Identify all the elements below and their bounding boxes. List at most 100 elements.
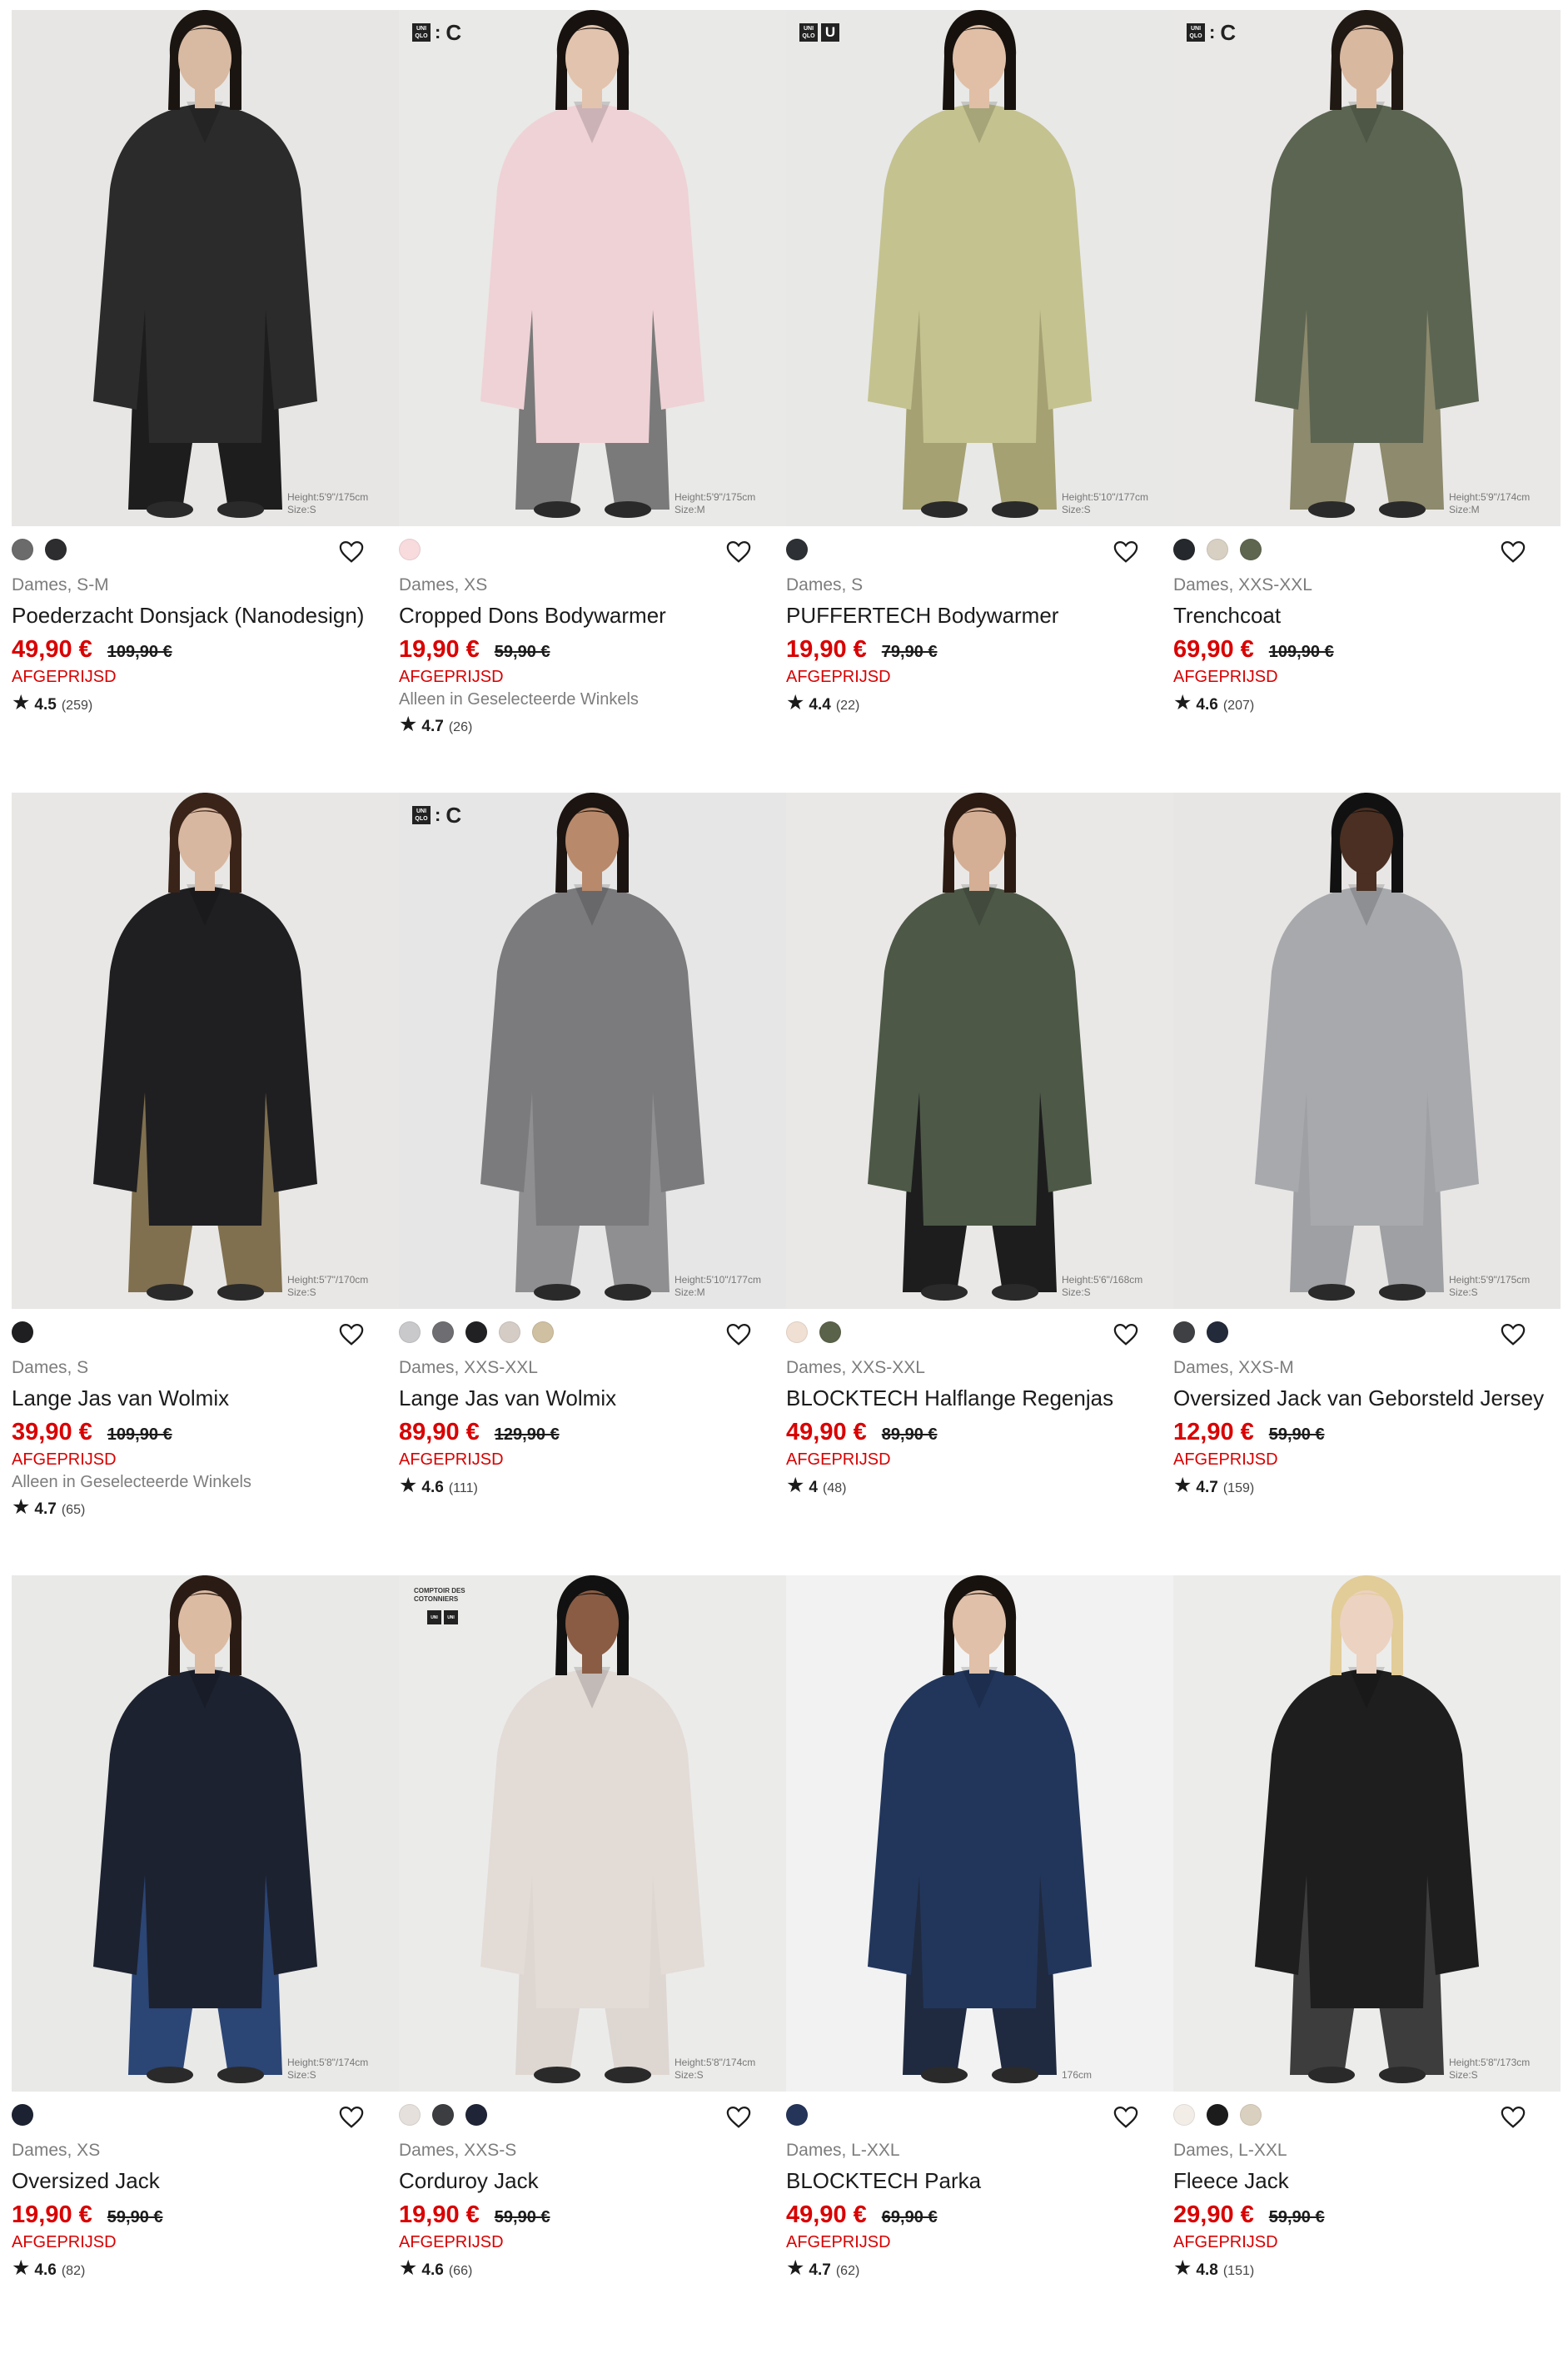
color-swatch[interactable] (12, 539, 33, 560)
product-name[interactable]: Lange Jas van Wolmix (12, 1384, 399, 1413)
color-swatch[interactable] (399, 1321, 421, 1343)
color-swatch[interactable] (1173, 539, 1195, 560)
rating-score: 4.8 (1196, 2261, 1218, 2279)
color-swatch[interactable] (1207, 2104, 1228, 2126)
product-name[interactable]: BLOCKTECH Halflange Regenjas (786, 1384, 1173, 1413)
wishlist-button[interactable] (1112, 1321, 1140, 1349)
color-swatch[interactable] (1240, 2104, 1262, 2126)
product-card[interactable]: Height:5'7"/170cm Size:S Dames, S Lange Jas… (12, 793, 399, 1575)
product-name[interactable]: Lange Jas van Wolmix (399, 1384, 786, 1413)
model-photo (399, 793, 786, 1309)
wishlist-button[interactable] (337, 2103, 366, 2132)
wishlist-button[interactable] (724, 538, 753, 566)
product-name[interactable]: Oversized Jack (12, 2166, 399, 2196)
color-swatch[interactable] (499, 1321, 520, 1343)
sale-price: 39,90 € (12, 1419, 92, 1445)
product-image[interactable]: 176cm (786, 1575, 1173, 2092)
product-card[interactable]: UNI QLO: C Height:5'9"/175cm Size:M Dames, XS… (399, 10, 786, 793)
color-swatch[interactable] (786, 1321, 808, 1343)
product-image[interactable]: Height:5'8"/174cm Size:S (12, 1575, 399, 2092)
color-swatch[interactable] (399, 539, 421, 560)
product-card[interactable]: UNI QLO U Height:5'10"/177cm Size:S Dames, S P… (786, 10, 1173, 793)
original-price: 109,90 € (107, 643, 172, 661)
product-image[interactable]: UNI QLO: C Height:5'10"/177cm Size:M (399, 793, 786, 1309)
color-swatch[interactable] (432, 2104, 454, 2126)
model-photo (1173, 793, 1561, 1309)
product-card[interactable]: 176cm Dames, L-XXL BLOCKTECH Parka 49,90 € 6… (786, 1575, 1173, 2358)
product-card[interactable]: COMPTOIR DES COTONNIERS UNI UNI Height:5'8"… (399, 1575, 786, 2358)
product-name[interactable]: BLOCKTECH Parka (786, 2166, 1173, 2196)
uniqlo-logo-icon: UNI QLO (412, 806, 431, 824)
product-rating: ★ 4.8 (151) (1173, 2257, 1561, 2282)
product-card[interactable]: Height:5'8"/174cm Size:S Dames, XS Oversize… (12, 1575, 399, 2358)
wishlist-button[interactable] (1112, 538, 1140, 566)
color-swatch[interactable] (786, 2104, 808, 2126)
wishlist-button[interactable] (337, 1321, 366, 1349)
sale-price: 89,90 € (399, 1419, 480, 1445)
model-photo (786, 10, 1173, 526)
original-price: 129,90 € (494, 1425, 560, 1444)
wishlist-button[interactable] (1499, 538, 1527, 566)
product-image[interactable]: UNI QLO U Height:5'10"/177cm Size:S (786, 10, 1173, 526)
color-swatch[interactable] (1207, 539, 1228, 560)
uniqlo-logo-icon: UNI QLO (412, 23, 431, 42)
wishlist-button[interactable] (1499, 1321, 1527, 1349)
product-card[interactable]: Height:5'9"/175cm Size:S Dames, XXS-M Overs… (1173, 793, 1561, 1575)
color-swatch[interactable] (1173, 1321, 1195, 1343)
wishlist-button[interactable] (1112, 2103, 1140, 2132)
product-image[interactable]: Height:5'8"/173cm Size:S (1173, 1575, 1561, 2092)
product-name[interactable]: Poederzacht Donsjack (Nanodesign) (12, 601, 399, 630)
product-card[interactable]: UNI QLO: C Height:5'9"/174cm Size:M Dames, XX… (1173, 10, 1561, 793)
store-availability-note: Alleen in Geselecteerde Winkels (12, 1473, 251, 1491)
color-swatch[interactable] (819, 1321, 841, 1343)
product-name[interactable]: Corduroy Jack (399, 2166, 786, 2196)
product-rating: ★ 4.4 (22) (786, 692, 1173, 717)
wishlist-button[interactable] (724, 1321, 753, 1349)
wishlist-button[interactable] (724, 2103, 753, 2132)
product-rating: ★ 4.5 (259) (12, 692, 399, 717)
product-image[interactable]: UNI QLO: C Height:5'9"/175cm Size:M (399, 10, 786, 526)
star-icon: ★ (786, 691, 805, 714)
color-swatch[interactable] (432, 1321, 454, 1343)
color-swatch[interactable] (465, 2104, 487, 2126)
wishlist-button[interactable] (1499, 2103, 1527, 2132)
uniqlo-collab-logo: UNI QLO U (799, 23, 839, 42)
product-name[interactable]: Oversized Jack van Geborsteld Jersey (1173, 1384, 1561, 1413)
product-image[interactable]: UNI QLO: C Height:5'9"/174cm Size:M (1173, 10, 1561, 526)
color-swatch[interactable] (12, 1321, 33, 1343)
product-gender-sizes: Dames, S (12, 1358, 89, 1377)
product-name[interactable]: Fleece Jack (1173, 2166, 1561, 2196)
product-image[interactable]: COMPTOIR DES COTONNIERS UNI UNI Height:5'8"… (399, 1575, 786, 2092)
product-image[interactable]: Height:5'9"/175cm Size:S (12, 10, 399, 526)
product-image[interactable]: Height:5'9"/175cm Size:S (1173, 793, 1561, 1309)
model-info: Height:5'10"/177cm Size:M (674, 1274, 774, 1299)
sale-price: 49,90 € (786, 1419, 867, 1445)
color-swatch[interactable] (1240, 539, 1262, 560)
rating-score: 4.7 (34, 1500, 57, 1518)
uniqlo-collab-logo: UNI QLO: C (412, 22, 461, 43)
color-swatch[interactable] (786, 539, 808, 560)
color-swatch[interactable] (532, 1321, 554, 1343)
star-icon: ★ (12, 2256, 31, 2280)
color-swatch[interactable] (45, 539, 67, 560)
color-swatch[interactable] (399, 2104, 421, 2126)
product-name[interactable]: Trenchcoat (1173, 601, 1561, 630)
product-image[interactable]: Height:5'7"/170cm Size:S (12, 793, 399, 1309)
color-swatch[interactable] (1173, 2104, 1195, 2126)
product-name[interactable]: Cropped Dons Bodywarmer (399, 601, 786, 630)
heart-outline-icon (726, 540, 751, 563)
discount-label: AFGEPRIJSD (12, 668, 117, 686)
color-swatch[interactable] (1207, 1321, 1228, 1343)
product-card[interactable]: UNI QLO: C Height:5'10"/177cm Size:M Dames, X… (399, 793, 786, 1575)
product-card[interactable]: Height:5'9"/175cm Size:S Dames, S-M Poederz… (12, 10, 399, 793)
product-name[interactable]: PUFFERTECH Bodywarmer (786, 601, 1173, 630)
model-info: 176cm (1062, 2069, 1162, 2082)
review-count: (151) (1222, 2264, 1255, 2278)
product-card[interactable]: Height:5'8"/173cm Size:S Dames, L-XXL Fleec… (1173, 1575, 1561, 2358)
wishlist-button[interactable] (337, 538, 366, 566)
product-image[interactable]: Height:5'6"/168cm Size:S (786, 793, 1173, 1309)
color-swatch[interactable] (12, 2104, 33, 2126)
product-card[interactable]: Height:5'6"/168cm Size:S Dames, XXS-XXL BLO… (786, 793, 1173, 1575)
color-swatch[interactable] (465, 1321, 487, 1343)
star-icon: ★ (399, 713, 418, 736)
